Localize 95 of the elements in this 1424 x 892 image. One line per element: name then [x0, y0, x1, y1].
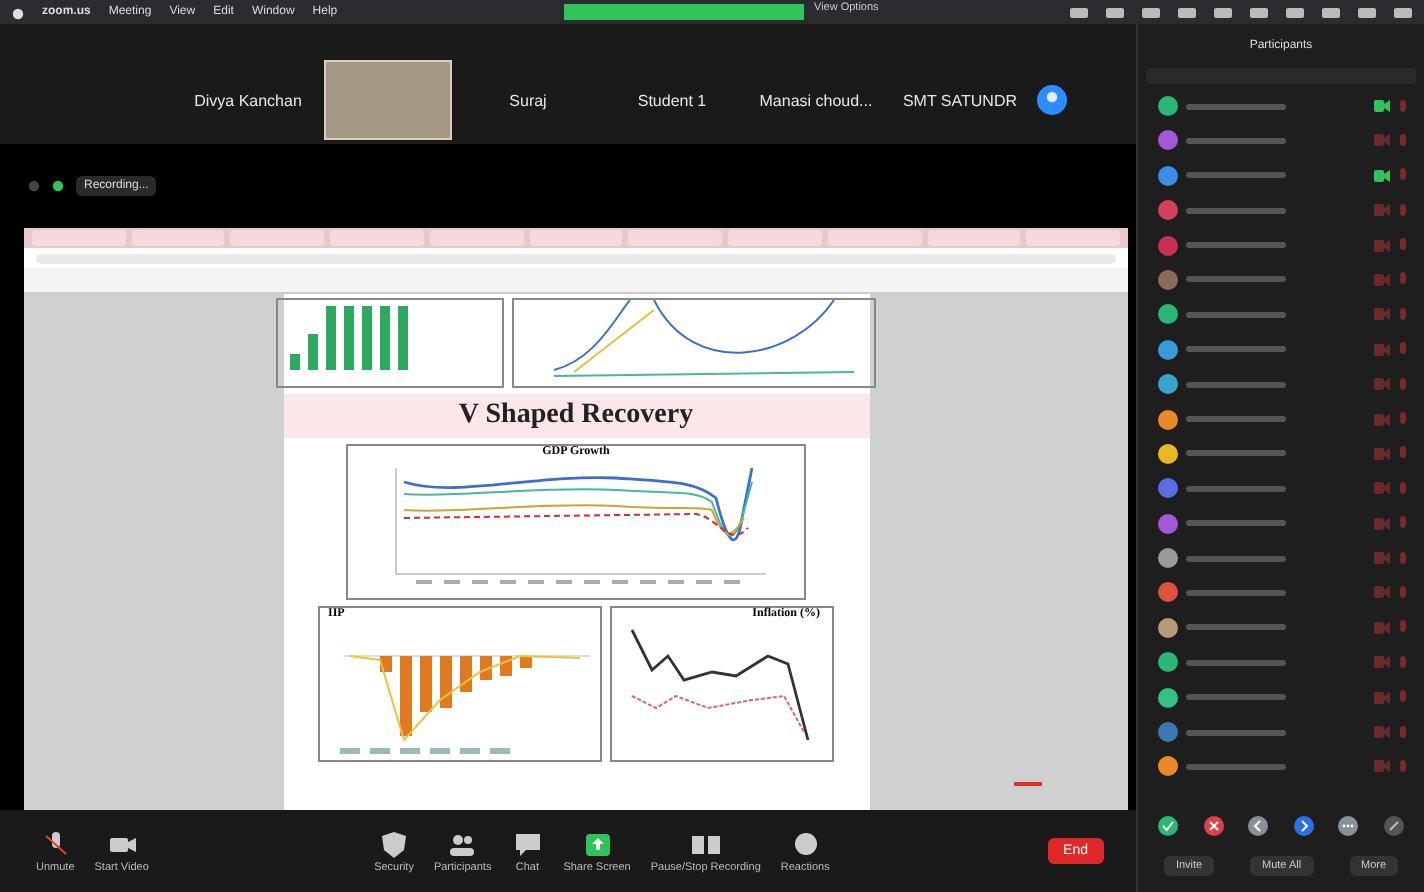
video-off-icon[interactable] — [1374, 273, 1390, 286]
video-placeholder — [324, 60, 452, 140]
reactions-icon — [789, 829, 822, 860]
video-off-icon[interactable] — [1374, 378, 1390, 391]
muted-mic-icon[interactable] — [1398, 133, 1408, 148]
participant-row[interactable] — [1158, 409, 1408, 430]
participant-row[interactable] — [1158, 687, 1408, 708]
muted-mic-icon[interactable] — [1398, 342, 1408, 357]
faster-reaction-icon[interactable] — [1293, 816, 1314, 836]
shield-icon[interactable] — [52, 180, 64, 192]
video-off-icon[interactable] — [1374, 204, 1390, 217]
participant-row[interactable] — [1158, 165, 1408, 186]
video-off-icon[interactable] — [1374, 482, 1390, 495]
annotation-mark — [1013, 782, 1041, 787]
slide-title: V Shaped Recovery — [458, 400, 694, 432]
info-icon[interactable] — [28, 180, 40, 192]
video-off-icon[interactable] — [1374, 413, 1390, 426]
video-off-icon[interactable] — [1374, 552, 1390, 565]
participant-name: Suraj — [509, 91, 547, 109]
browser-tab[interactable] — [529, 230, 623, 246]
no-reaction-icon[interactable] — [1203, 816, 1224, 836]
muted-mic-icon[interactable] — [1398, 759, 1408, 774]
bar — [420, 656, 432, 712]
bar — [500, 656, 512, 676]
muted-mic-icon[interactable] — [1398, 516, 1408, 531]
participant-row[interactable] — [1158, 513, 1408, 534]
participant-row[interactable] — [1158, 478, 1408, 499]
participant-row[interactable] — [1158, 200, 1408, 221]
muted-mic-icon[interactable] — [1398, 99, 1408, 113]
participant-row[interactable] — [1158, 652, 1408, 673]
participant-row[interactable] — [1158, 548, 1408, 569]
participant-name: Manasi choud... — [759, 91, 873, 109]
browser-tab[interactable] — [429, 230, 524, 246]
muted-mic-icon[interactable] — [1398, 203, 1408, 218]
browser-tab[interactable] — [927, 230, 1021, 246]
participant-row[interactable] — [1158, 756, 1408, 777]
bar — [480, 656, 492, 680]
participant-row[interactable] — [1158, 96, 1408, 116]
participant-row[interactable] — [1158, 582, 1408, 603]
video-on-icon[interactable] — [1374, 169, 1390, 182]
muted-mic-icon[interactable] — [1398, 481, 1408, 496]
video-off-icon[interactable] — [1374, 586, 1390, 599]
share-icon — [581, 829, 614, 860]
participants-icon — [446, 829, 479, 860]
video-off-icon[interactable] — [1374, 760, 1390, 773]
browser-tab[interactable] — [628, 230, 723, 246]
muted-mic-icon[interactable] — [1398, 725, 1408, 740]
muted-mic-icon[interactable] — [1398, 690, 1408, 705]
yes-reaction-icon[interactable] — [1158, 816, 1179, 836]
participant-row[interactable] — [1158, 130, 1408, 151]
browser-tab[interactable] — [827, 230, 922, 246]
participant-row[interactable] — [1158, 374, 1408, 395]
browser-tab[interactable] — [32, 230, 126, 246]
muted-mic-icon[interactable] — [1398, 168, 1408, 183]
video-off-icon[interactable] — [1374, 239, 1390, 252]
muted-mic-icon[interactable] — [1398, 272, 1408, 287]
video-off-icon[interactable] — [1374, 691, 1390, 704]
participant-row[interactable] — [1158, 304, 1408, 325]
participant-row[interactable] — [1158, 617, 1408, 638]
bar — [400, 656, 412, 736]
bar — [440, 656, 452, 708]
muted-mic-icon[interactable] — [1398, 655, 1408, 670]
browser-tab[interactable] — [728, 230, 822, 246]
browser-tab[interactable] — [230, 230, 325, 246]
video-off-icon[interactable] — [1374, 726, 1390, 739]
muted-mic-icon[interactable] — [1398, 551, 1408, 566]
browser-tab[interactable] — [1026, 230, 1121, 246]
more-reaction-icon[interactable] — [1338, 816, 1359, 836]
muted-mic-icon[interactable] — [1398, 377, 1408, 392]
browser-tab[interactable] — [330, 230, 424, 246]
participant-row[interactable] — [1158, 443, 1408, 464]
chat-icon — [511, 829, 544, 860]
participant-name: Divya Kanchan — [194, 91, 302, 109]
video-off-icon[interactable] — [1374, 656, 1390, 669]
muted-mic-icon[interactable] — [1398, 446, 1408, 461]
video-off-icon[interactable] — [1374, 621, 1390, 634]
muted-mic-icon[interactable] — [1398, 585, 1408, 600]
muted-mic-icon[interactable] — [1398, 238, 1408, 253]
video-off-icon[interactable] — [1374, 343, 1390, 356]
slower-reaction-icon[interactable] — [1248, 816, 1269, 836]
video-on-icon[interactable] — [1374, 100, 1390, 112]
participant-name: Student 1 — [637, 91, 707, 109]
video-off-icon[interactable] — [1374, 447, 1390, 460]
video-off-icon[interactable] — [1374, 134, 1390, 147]
participant-row[interactable] — [1158, 339, 1408, 360]
muted-mic-icon[interactable] — [1398, 620, 1408, 635]
clear-reaction-icon[interactable] — [1383, 816, 1404, 836]
bar — [460, 656, 472, 692]
video-off-icon[interactable] — [1374, 308, 1390, 321]
muted-mic-icon[interactable] — [1398, 412, 1408, 427]
video-off-icon[interactable] — [1374, 517, 1390, 530]
muted-mic-icon[interactable] — [1398, 307, 1408, 322]
participant-name: SMT SATUNDR — [902, 91, 1018, 109]
security-icon — [378, 829, 411, 860]
browser-tab[interactable] — [131, 230, 225, 246]
